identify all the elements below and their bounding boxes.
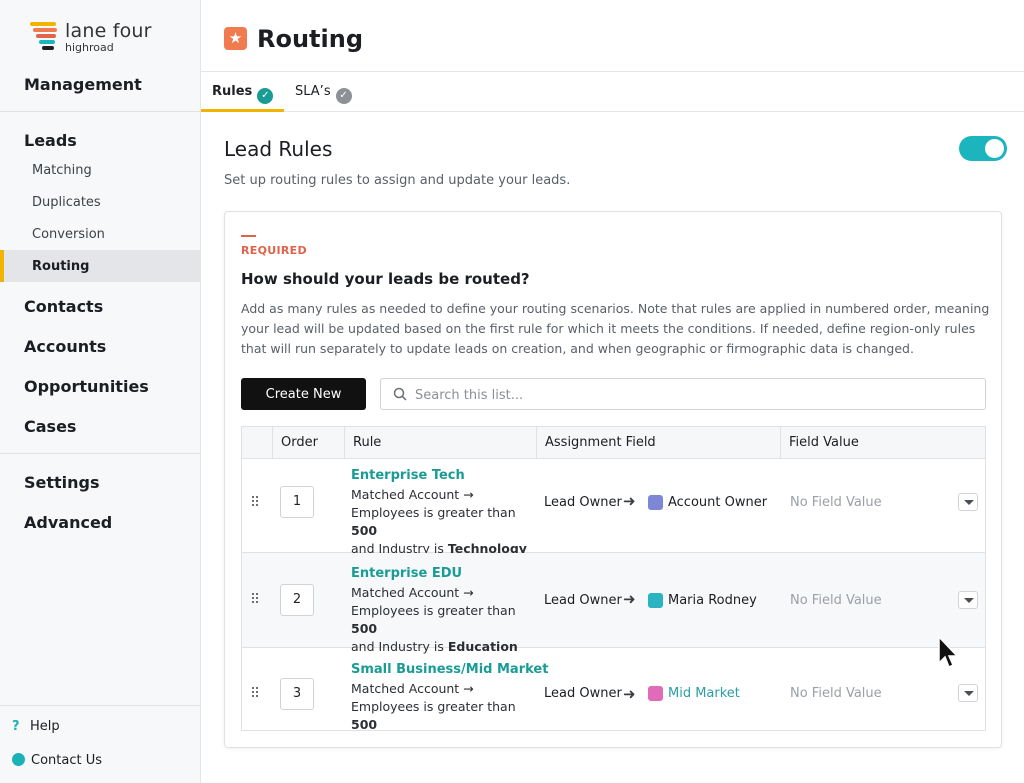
col-rule[interactable]: Rule — [344, 427, 536, 459]
create-new-button[interactable]: Create New — [241, 378, 366, 410]
row-menu-dropdown[interactable] — [958, 493, 978, 511]
rules-card: REQUIRED How should your leads be routed… — [224, 211, 1002, 748]
nav-contacts[interactable]: Contacts — [24, 297, 103, 316]
help-link[interactable]: ? Help — [12, 719, 60, 734]
col-assignment-field[interactable]: Assignment Field — [536, 427, 780, 459]
nav-cases[interactable]: Cases — [24, 417, 76, 436]
sidebar: lane four highroad Management Leads Matc… — [0, 0, 201, 783]
table-header: Order Rule Assignment Field Field Value — [242, 427, 985, 459]
rule-name-link[interactable]: Enterprise EDU — [351, 566, 462, 581]
nav-accounts[interactable]: Accounts — [24, 337, 106, 356]
logo-icon — [30, 22, 60, 52]
assignment-value: Account Owner — [668, 495, 768, 510]
lead-rules-toggle[interactable] — [959, 136, 1007, 161]
drag-column-header — [242, 427, 272, 459]
order-input[interactable]: 2 — [280, 584, 314, 616]
check-circle-icon: ✓ — [257, 88, 274, 104]
contact-us-link[interactable]: Contact Us — [12, 753, 102, 768]
col-field-value[interactable]: Field Value — [780, 427, 985, 459]
brand-logo[interactable]: lane four highroad — [30, 20, 160, 56]
nav-divider — [0, 453, 200, 454]
nav-advanced[interactable]: Advanced — [24, 513, 112, 532]
section-title: Lead Rules — [224, 137, 333, 161]
routing-star-icon: ★ — [224, 27, 247, 50]
page-title: Routing — [257, 25, 364, 53]
section-description: Set up routing rules to assign and updat… — [224, 173, 571, 188]
assignment-field: Lead Owner — [544, 686, 622, 701]
tab-rules[interactable]: Rules ✓ — [201, 72, 284, 112]
row-menu-dropdown[interactable] — [958, 684, 978, 702]
mouse-cursor-icon — [938, 636, 959, 669]
arrow-right-icon: ➜ — [623, 492, 636, 510]
rule-description: Matched Account → Employees is greater t… — [351, 487, 527, 556]
nav-item-duplicates[interactable]: Duplicates — [32, 195, 101, 210]
order-input[interactable]: 1 — [280, 486, 314, 518]
table-row[interactable]: 3 Small Business/Mid Market Matched Acco… — [242, 648, 985, 732]
assignment-value: Maria Rodney — [668, 593, 757, 608]
nav-leads[interactable]: Leads — [24, 131, 77, 150]
help-icon: ? — [12, 719, 20, 734]
search-input[interactable] — [415, 385, 975, 405]
chat-icon — [12, 753, 25, 766]
nav-item-routing[interactable]: Routing — [0, 250, 200, 282]
rule-description: Matched Account → Employees is greater t… — [351, 681, 516, 732]
order-input[interactable]: 3 — [280, 678, 314, 710]
field-value: No Field Value — [790, 686, 882, 701]
nav-management[interactable]: Management — [24, 75, 142, 94]
card-description: Add as many rules as needed to define yo… — [241, 301, 990, 356]
rules-table: Order Rule Assignment Field Field Value … — [241, 426, 986, 732]
account-icon — [648, 495, 663, 510]
drag-handle-icon[interactable] — [252, 593, 260, 605]
required-label: REQUIRED — [241, 244, 307, 257]
nav-divider — [0, 705, 200, 706]
table-row[interactable]: 1 Enterprise Tech Matched Account → Empl… — [242, 459, 985, 556]
row-menu-dropdown[interactable] — [958, 591, 978, 609]
tab-slas[interactable]: SLA’s ✓ — [295, 72, 352, 112]
drag-handle-icon[interactable] — [252, 496, 260, 508]
search-icon — [393, 387, 407, 401]
brand-name: lane four — [65, 20, 152, 42]
rule-name-link[interactable]: Small Business/Mid Market — [351, 662, 548, 677]
card-question: How should your leads be routed? — [241, 270, 530, 288]
nav-settings[interactable]: Settings — [24, 473, 100, 492]
drag-handle-icon[interactable] — [252, 687, 260, 699]
nav-item-routing-label: Routing — [32, 259, 90, 274]
field-value: No Field Value — [790, 593, 882, 608]
col-order[interactable]: Order — [272, 427, 344, 459]
arrow-right-icon: ➜ — [623, 590, 636, 608]
rule-description: Matched Account → Employees is greater t… — [351, 585, 518, 654]
assignment-field: Lead Owner — [544, 495, 622, 510]
search-box — [380, 378, 986, 410]
nav-item-conversion[interactable]: Conversion — [32, 227, 105, 242]
queue-icon — [648, 686, 663, 701]
tab-bar: Rules ✓ SLA’s ✓ — [201, 72, 1024, 112]
check-circle-icon: ✓ — [335, 88, 352, 104]
assignment-value[interactable]: Mid Market — [668, 686, 740, 701]
required-dash — [241, 235, 256, 237]
nav-opportunities[interactable]: Opportunities — [24, 377, 149, 396]
rule-name-link[interactable]: Enterprise Tech — [351, 468, 465, 483]
nav-item-matching[interactable]: Matching — [32, 163, 92, 178]
table-row[interactable]: 2 Enterprise EDU Matched Account → Emplo… — [242, 553, 985, 654]
nav-divider — [0, 111, 200, 112]
field-value: No Field Value — [790, 495, 882, 510]
arrow-right-icon: ➜ — [623, 685, 636, 703]
user-icon — [648, 593, 663, 608]
brand-sub: highroad — [65, 41, 114, 54]
page-header: ★ Routing — [201, 0, 1024, 72]
assignment-field: Lead Owner — [544, 593, 622, 608]
